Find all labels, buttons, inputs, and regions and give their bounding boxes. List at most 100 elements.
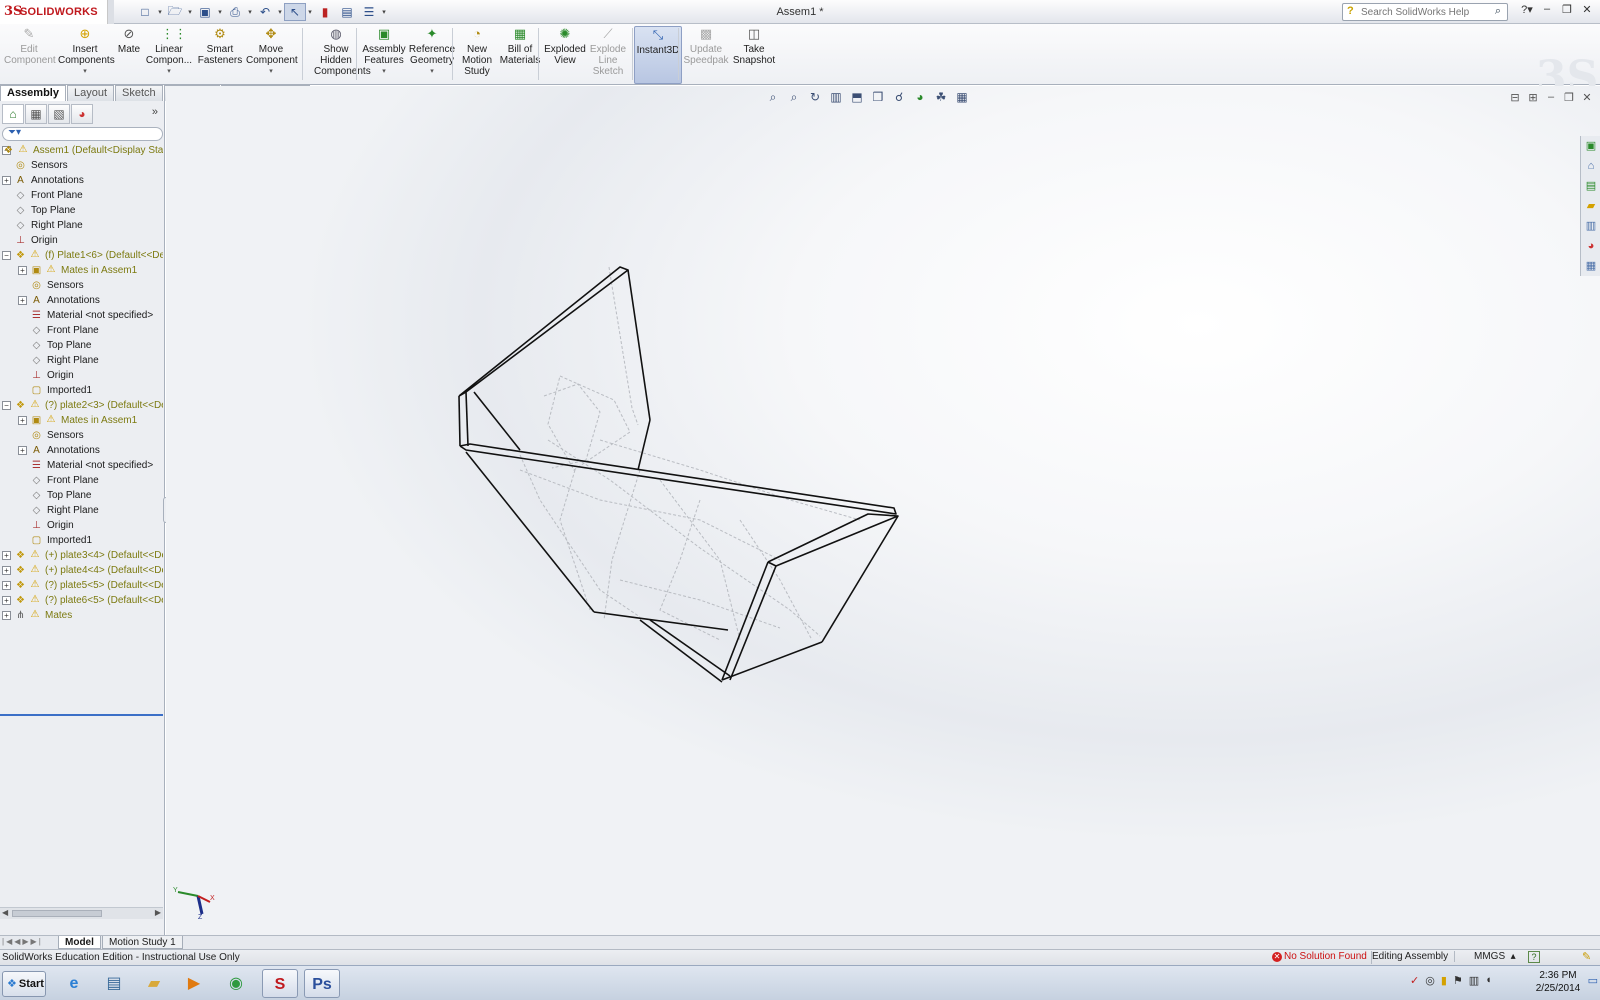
tab-layout[interactable]: Layout xyxy=(66,85,115,101)
tree-item[interactable]: ⊥ Origin xyxy=(0,518,163,533)
expand-icon[interactable]: + xyxy=(2,611,11,620)
expand-panel-icon[interactable]: » xyxy=(152,106,158,118)
exploded-view-button[interactable]: ✺ Exploded View xyxy=(544,26,586,84)
expand-icon[interactable]: + xyxy=(18,296,27,305)
tree-item[interactable]: ◎ Sensors xyxy=(0,428,163,443)
search-icon[interactable]: ⌕ xyxy=(1495,5,1501,18)
tree-item[interactable]: ▢ Imported1 xyxy=(0,383,163,398)
tree-item[interactable]: ⊥ Origin xyxy=(0,368,163,383)
system-clock[interactable]: 2:36 PM 2/25/2014 xyxy=(1532,969,1584,995)
display-style-icon[interactable]: ❒ xyxy=(869,90,887,106)
collapse-icon[interactable]: − xyxy=(2,401,11,410)
help-menu-icon[interactable]: ?▾ xyxy=(1518,3,1536,19)
tree-item[interactable]: + ❖ ⚠ (+) plate3<4> (Default<<De xyxy=(0,548,163,563)
expand-icon[interactable]: + xyxy=(2,566,11,575)
tree-item[interactable]: + A Annotations xyxy=(0,293,163,308)
expand-icon[interactable]: + xyxy=(2,551,11,560)
show-hidden-button[interactable]: ◍ Show Hidden Components xyxy=(314,26,371,84)
quick-tips-icon[interactable]: ? xyxy=(1528,951,1540,963)
file-explorer-pane-icon[interactable]: ▤ xyxy=(1582,177,1600,195)
chevron-down-icon[interactable]: ▾ xyxy=(362,66,406,77)
previous-view-icon[interactable]: ↻ xyxy=(806,90,824,106)
network-tray-icon[interactable]: ▥ xyxy=(1469,974,1479,987)
scroll-left-icon[interactable]: ◀ xyxy=(2,908,8,917)
tree-item[interactable]: ◇ Right Plane xyxy=(0,353,163,368)
view-settings-icon[interactable]: ▦ xyxy=(953,90,971,106)
tree-item[interactable]: + ▣ ⚠ Mates in Assem1 xyxy=(0,263,163,278)
explode-line-button[interactable]: ⟋ Explode Line Sketch xyxy=(588,26,628,84)
zoom-to-fit-icon[interactable]: ⌕ xyxy=(764,90,782,106)
appearances-icon[interactable]: ◕ xyxy=(1582,237,1600,255)
solidworks-taskbar-icon[interactable]: S xyxy=(262,969,298,998)
assembly-features-button[interactable]: ▣ Assembly Features ▾ xyxy=(362,26,406,84)
tree-item[interactable]: − ❖ ⚠ (f) Plate1<6> (Default<<Del xyxy=(0,248,163,263)
volume-tray-icon[interactable]: ◖ xyxy=(1485,974,1492,987)
edit-appearance-icon[interactable]: ◕ xyxy=(911,90,929,106)
start-button[interactable]: ❖ Start xyxy=(2,971,46,997)
tree-item[interactable]: + ❖ ⚠ (?) plate6<5> (Default<<De xyxy=(0,593,163,608)
scroll-right-icon[interactable]: ▶ xyxy=(155,908,161,917)
tab-scroll-arrows-icon[interactable]: |◀◀▶▶| xyxy=(2,937,43,946)
section-view-icon[interactable]: ▥ xyxy=(827,90,845,106)
tree-item[interactable]: ☰ Material <not specified> xyxy=(0,458,163,473)
tab-assembly[interactable]: Assembly xyxy=(0,85,66,101)
bottom-tab-model[interactable]: Model xyxy=(58,936,101,949)
tree-item[interactable]: ◇ Right Plane xyxy=(0,218,163,233)
restore-icon[interactable]: ❐ xyxy=(1558,3,1576,19)
chevron-down-icon[interactable]: ▾ xyxy=(246,66,296,77)
expand-icon[interactable]: + xyxy=(2,596,11,605)
custom-properties-icon[interactable]: ▦ xyxy=(1582,257,1600,275)
property-manager-tab-icon[interactable]: ▦ xyxy=(25,104,47,124)
tree-item[interactable]: ◎ Sensors xyxy=(0,278,163,293)
collapse-icon[interactable]: − xyxy=(2,251,11,260)
viewport-close-icon[interactable]: ✕ xyxy=(1580,91,1594,105)
edit-component-button[interactable]: ✎ Edit Component xyxy=(4,26,56,84)
photoshop-taskbar-icon[interactable]: Ps xyxy=(304,969,340,998)
tab-sketch[interactable]: Sketch xyxy=(115,85,163,101)
show-desktop-icon[interactable]: ▭ xyxy=(1588,974,1598,987)
hide-show-items-icon[interactable]: ☌ xyxy=(890,90,908,106)
tree-item[interactable]: ◇ Top Plane xyxy=(0,488,163,503)
chevron-down-icon[interactable]: ▾ xyxy=(144,66,194,77)
viewport-restore-icon[interactable]: ❐ xyxy=(1562,91,1576,105)
file-explorer-taskbar-icon[interactable]: ▰ xyxy=(136,969,172,998)
resources-icon[interactable]: ▣ xyxy=(1582,137,1600,155)
folder-icon[interactable]: ▰ xyxy=(1582,197,1600,215)
zoom-to-area-icon[interactable]: ⌕ xyxy=(785,90,803,106)
expand-icon[interactable]: + xyxy=(2,176,11,185)
action-center-flag-icon[interactable]: ⚑ xyxy=(1453,974,1463,987)
tree-item[interactable]: ◎ Sensors xyxy=(0,158,163,173)
speedpak-button[interactable]: ▩ Update Speedpak xyxy=(682,26,730,84)
chrome-taskbar-icon[interactable]: ◉ xyxy=(218,969,254,998)
bottom-tab-motion-study-1[interactable]: Motion Study 1 xyxy=(102,936,183,949)
mate-button[interactable]: ⊘ Mate xyxy=(116,26,142,84)
expand-icon[interactable]: + xyxy=(18,416,27,425)
rollback-bar[interactable] xyxy=(0,714,163,716)
feature-manager-tab-icon[interactable]: ⌂ xyxy=(2,104,24,124)
close-icon[interactable]: ✕ xyxy=(1578,3,1596,19)
tile-horizontal-icon[interactable]: ⊟ xyxy=(1508,91,1522,105)
reference-geometry-button[interactable]: ✦ Reference Geometry ▾ xyxy=(408,26,456,84)
tree-item[interactable]: + A Annotations xyxy=(0,173,163,188)
view-palette-icon[interactable]: ▥ xyxy=(1582,217,1600,235)
tree-item[interactable]: ◇ Front Plane xyxy=(0,323,163,338)
linear-pattern-button[interactable]: ⋮⋮ Linear Compon... ▾ xyxy=(144,26,194,84)
smart-fasteners-button[interactable]: ⚙ Smart Fasteners xyxy=(196,26,244,84)
chevron-down-icon[interactable]: ▾ xyxy=(58,66,112,77)
insert-components-button[interactable]: ⊕ Insert Components ▾ xyxy=(58,26,115,84)
view-orientation-icon[interactable]: ⬒ xyxy=(848,90,866,106)
tree-item[interactable]: ▢ Imported1 xyxy=(0,533,163,548)
motion-study-button[interactable]: ◔ New Motion Study xyxy=(458,26,496,84)
tree-item[interactable]: ⊥ Origin xyxy=(0,233,163,248)
bom-button[interactable]: ▦ Bill of Materials xyxy=(498,26,542,84)
solver-status[interactable]: ✕ No Solution Found xyxy=(1270,951,1372,964)
tree-item[interactable]: ◇ Right Plane xyxy=(0,503,163,518)
update-tray-icon[interactable]: ◎ xyxy=(1425,974,1435,987)
tree-item[interactable]: + ❖ ⚠ (+) plate4<4> (Default<<De xyxy=(0,563,163,578)
display-manager-tab-icon[interactable]: ◕ xyxy=(71,104,93,124)
tile-vertical-icon[interactable]: ⊞ xyxy=(1526,91,1540,105)
chevron-down-icon[interactable]: ▾ xyxy=(408,66,456,77)
instant3d-button[interactable]: ⤡ Instant3D xyxy=(634,26,682,84)
expand-icon[interactable]: + xyxy=(18,446,27,455)
tree-filter-box[interactable]: ⏷▾ xyxy=(2,127,163,141)
